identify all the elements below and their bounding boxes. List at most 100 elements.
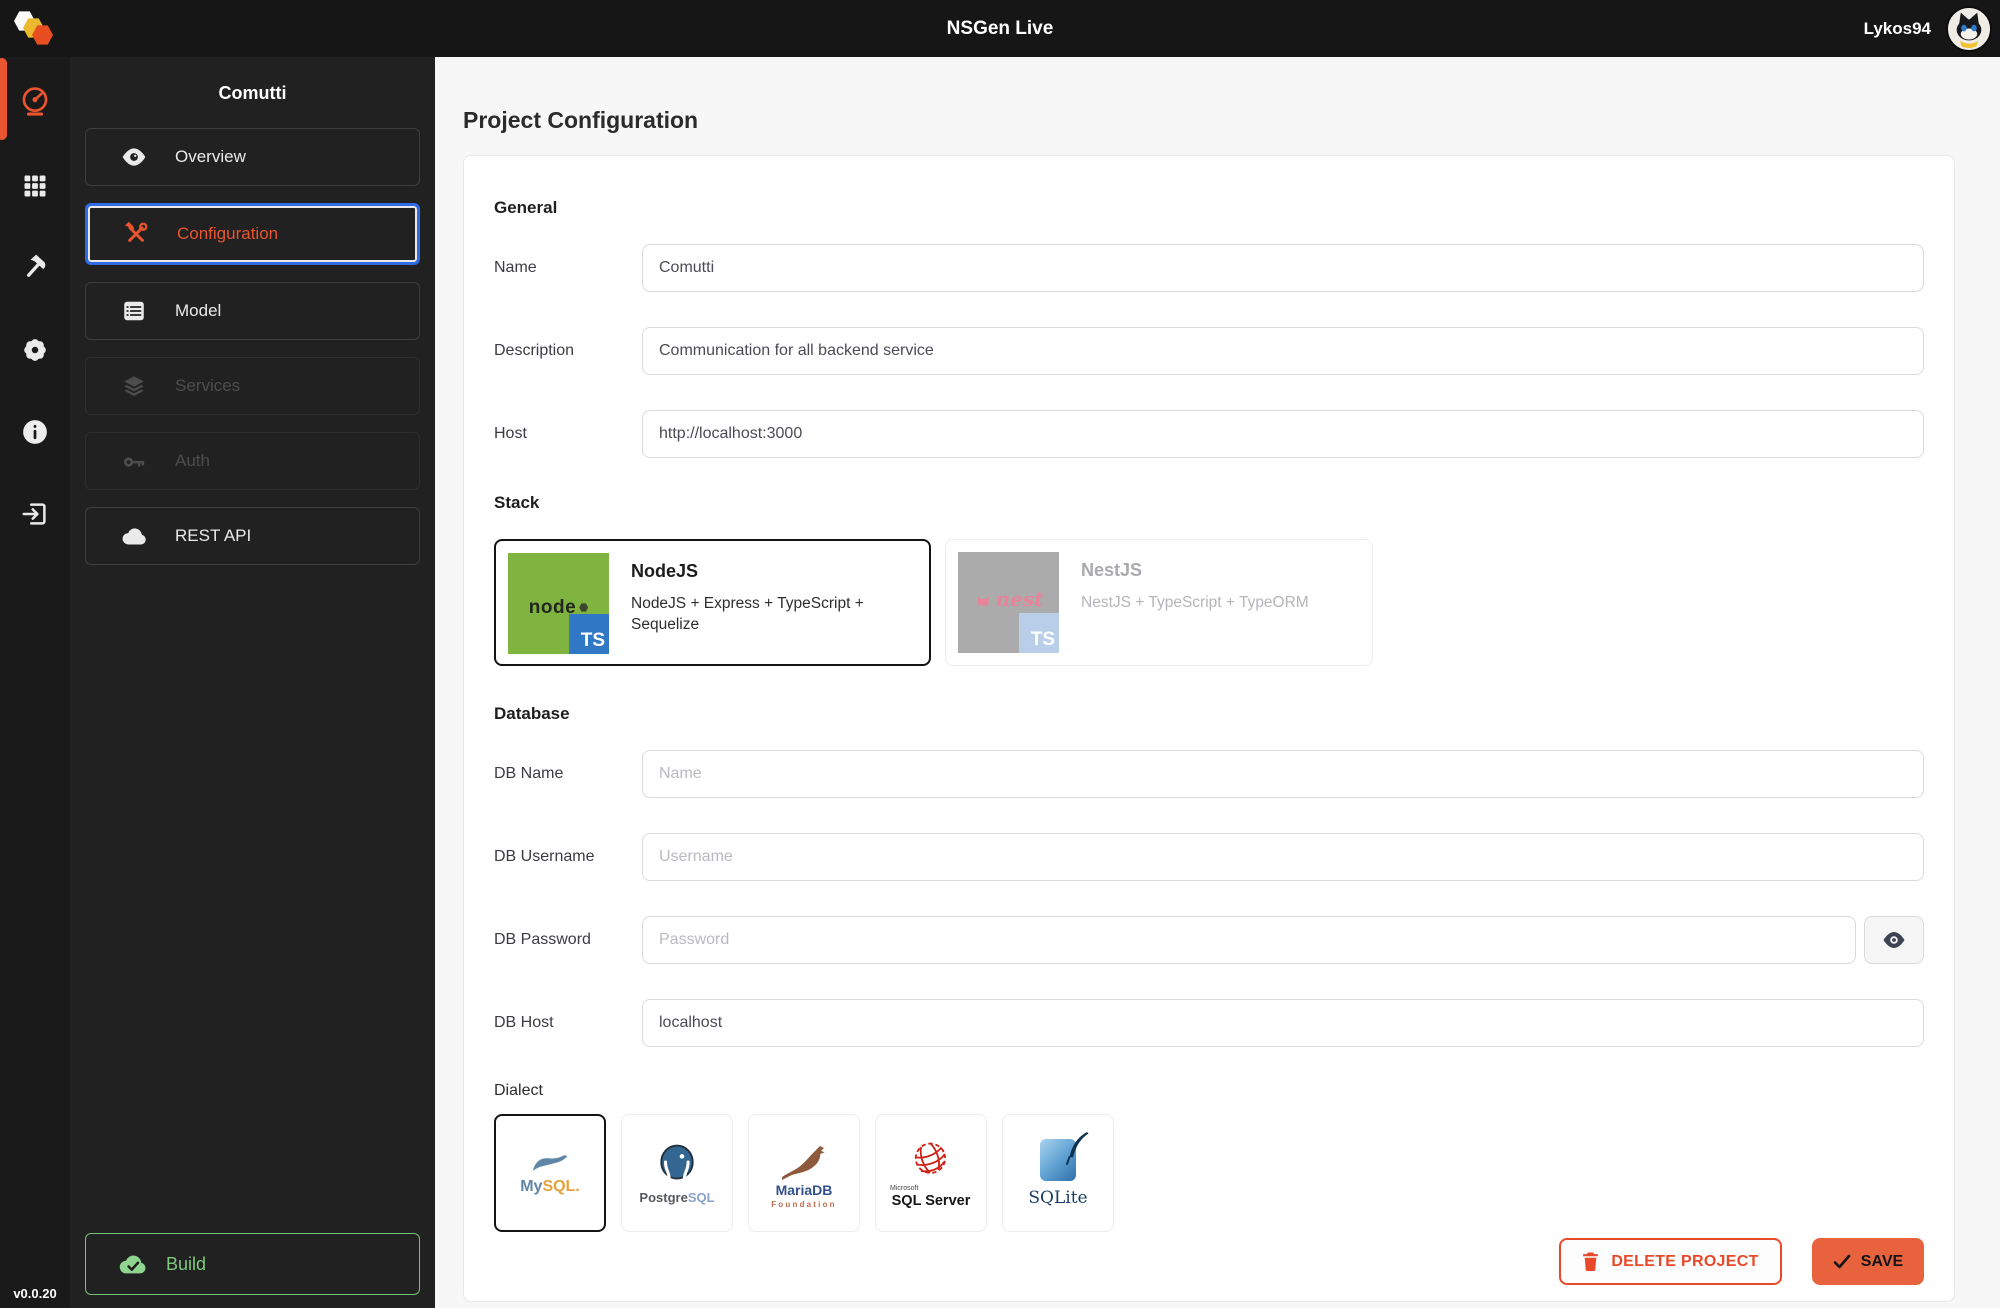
sqlserver-sphere-icon xyxy=(914,1142,947,1174)
stack-options: node TS NodeJS NodeJS + Express + TypeSc… xyxy=(494,539,1924,666)
tools-icon xyxy=(124,221,148,242)
description-input[interactable] xyxy=(642,327,1924,375)
app-title: NSGen Live xyxy=(946,17,1054,39)
stack-option-description: NodeJS + Express + TypeScript + Sequeliz… xyxy=(631,595,864,633)
mysql-dolphin-icon xyxy=(532,1155,568,1171)
app-logo xyxy=(12,6,60,52)
rail-item-apps[interactable] xyxy=(0,145,70,227)
typescript-badge: TS xyxy=(569,614,609,654)
db-password-input[interactable] xyxy=(642,916,1856,964)
save-button[interactable]: SAVE xyxy=(1812,1238,1924,1285)
sidebar-item-configuration[interactable]: Configuration xyxy=(85,203,420,265)
rail-item-build-tools[interactable] xyxy=(0,227,70,309)
host-input[interactable] xyxy=(642,410,1924,458)
form-row-db-username: DB Username xyxy=(494,833,1924,881)
nodejs-logo: node TS xyxy=(508,553,609,654)
cloud-icon xyxy=(122,528,146,545)
card-actions: DELETE PROJECT SAVE xyxy=(494,1238,1924,1287)
page-title: Project Configuration xyxy=(463,107,699,133)
key-icon xyxy=(124,457,145,467)
rail-item-settings[interactable] xyxy=(0,309,70,391)
dialect-option-sqlite[interactable]: SQLite xyxy=(1002,1114,1114,1232)
delete-project-button[interactable]: DELETE PROJECT xyxy=(1559,1238,1782,1285)
typescript-badge: TS xyxy=(1019,613,1059,653)
rail-item-sign-out[interactable] xyxy=(0,473,70,555)
eye-icon xyxy=(122,148,146,166)
sidebar-item-label: REST API xyxy=(175,526,252,545)
dialect-option-mysql[interactable]: MySQL. xyxy=(494,1114,606,1232)
dialect-option-mariadb[interactable]: MariaDB Foundation xyxy=(748,1114,860,1232)
layers-icon xyxy=(124,376,144,396)
save-label: SAVE xyxy=(1860,1252,1904,1270)
stack-option-title: NodeJS xyxy=(631,561,699,581)
stack-option-nestjs[interactable]: nest TS NestJS NestJS + TypeScript + Typ… xyxy=(945,539,1373,666)
dialect-options: MySQL. PostgreSQL MariaDB Foundation Mic… xyxy=(494,1114,1924,1232)
stack-option-nodejs[interactable]: node TS NodeJS NodeJS + Express + TypeSc… xyxy=(494,539,931,666)
db-username-label: DB Username xyxy=(494,848,595,865)
host-label: Host xyxy=(494,425,527,442)
description-label: Description xyxy=(494,342,575,359)
form-row-db-host: DB Host xyxy=(494,999,1924,1047)
sidebar-item-label: Configuration xyxy=(177,224,279,243)
main-content: Project Configuration General Name Descr… xyxy=(435,57,2000,1308)
form-row-db-password: DB Password xyxy=(494,916,1924,964)
dialect-label: Dialect xyxy=(494,1082,543,1099)
user-avatar[interactable] xyxy=(1946,5,1992,52)
sidebar-item-label: Auth xyxy=(175,451,210,470)
db-name-input[interactable] xyxy=(642,750,1924,798)
dialect-option-postgresql[interactable]: PostgreSQL xyxy=(621,1114,733,1232)
sqlite-feather-icon xyxy=(1066,1131,1089,1165)
sign-out-icon xyxy=(22,503,46,525)
list-icon xyxy=(124,301,144,321)
name-input[interactable] xyxy=(642,244,1924,292)
db-name-label: DB Name xyxy=(494,765,564,782)
build-button[interactable]: Build xyxy=(85,1233,420,1295)
cloud-check-icon xyxy=(119,1255,146,1274)
app-version: v0.0.20 xyxy=(13,1286,57,1301)
form-row-host: Host xyxy=(494,410,1924,458)
nestjs-logo: nest TS xyxy=(958,552,1059,653)
gear-icon xyxy=(24,339,46,361)
sidebar-item-overview[interactable]: Overview xyxy=(85,128,420,186)
stack-option-description: NestJS + TypeScript + TypeORM xyxy=(1081,594,1309,611)
rail-item-dashboard[interactable] xyxy=(0,57,70,145)
speedometer-icon xyxy=(22,87,48,116)
avatar-cat-image xyxy=(1948,7,1990,50)
sqlite-box-icon xyxy=(1040,1131,1089,1181)
rail-item-info[interactable] xyxy=(0,391,70,473)
password-visibility-button[interactable] xyxy=(1864,916,1924,964)
check-icon xyxy=(1833,1254,1851,1269)
top-bar: NSGen Live Lykos94 xyxy=(0,0,2000,57)
postgresql-elephant-icon xyxy=(660,1144,694,1180)
icon-rail: v0.0.20 xyxy=(0,57,70,1308)
info-icon xyxy=(23,420,47,444)
grid-icon xyxy=(24,175,46,197)
db-password-label: DB Password xyxy=(494,931,591,948)
sidebar-item-model[interactable]: Model xyxy=(85,282,420,340)
username-label: Lykos94 xyxy=(1863,18,1931,38)
sidebar-item-rest-api[interactable]: REST API xyxy=(85,507,420,565)
section-title-database: Database xyxy=(494,704,570,723)
configuration-card: General Name Description Host Stack node xyxy=(463,155,1955,1302)
db-host-input[interactable] xyxy=(642,999,1924,1047)
db-host-label: DB Host xyxy=(494,1014,554,1031)
trash-icon xyxy=(1583,1252,1599,1271)
section-title-general: General xyxy=(494,198,558,217)
sidebar-item-services: Services xyxy=(85,357,420,415)
sidebar-item-label: Overview xyxy=(175,147,246,166)
nest-cat-icon xyxy=(977,595,989,606)
dialect-option-sqlserver[interactable]: Microsoft SQL Server xyxy=(875,1114,987,1232)
form-row-description: Description xyxy=(494,327,1924,375)
name-label: Name xyxy=(494,259,537,276)
stack-option-title: NestJS xyxy=(1081,560,1143,580)
hammer-icon xyxy=(27,254,46,277)
sidebar-item-auth: Auth xyxy=(85,432,420,490)
sidebar-item-label: Services xyxy=(175,376,241,395)
mariadb-seal-icon xyxy=(782,1145,825,1180)
project-name-header: Comutti xyxy=(218,83,287,103)
db-username-input[interactable] xyxy=(642,833,1924,881)
delete-project-label: DELETE PROJECT xyxy=(1611,1252,1759,1270)
form-row-db-name: DB Name xyxy=(494,750,1924,798)
form-row-name: Name xyxy=(494,244,1924,292)
sidebar-item-label: Model xyxy=(175,301,222,320)
